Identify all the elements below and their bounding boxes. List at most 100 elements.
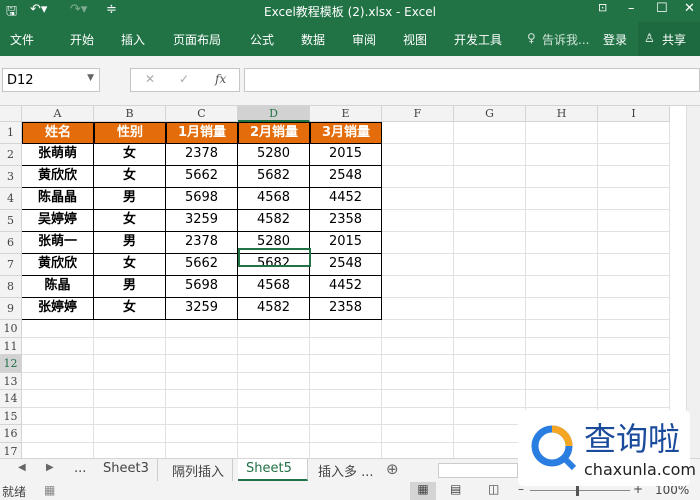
cell[interactable] bbox=[166, 390, 238, 408]
chevron-down-icon[interactable]: ▼ bbox=[87, 73, 94, 83]
sheet-tab-more[interactable]: ... bbox=[66, 459, 94, 481]
cell[interactable] bbox=[454, 166, 526, 188]
cell[interactable] bbox=[166, 320, 238, 338]
cell[interactable] bbox=[166, 442, 238, 458]
data-cell[interactable]: 2548 bbox=[310, 166, 382, 188]
add-sheet-icon[interactable]: ⊕ bbox=[386, 460, 399, 478]
data-cell[interactable]: 4582 bbox=[238, 298, 310, 320]
row-header-15[interactable]: 15 bbox=[0, 407, 22, 425]
page-layout-view-icon[interactable]: ▤ bbox=[450, 482, 461, 496]
sheet-tab-sheet3[interactable]: Sheet3 bbox=[95, 459, 158, 481]
cell[interactable] bbox=[598, 390, 670, 408]
cell[interactable] bbox=[382, 320, 454, 338]
header-cell[interactable]: 1月销量 bbox=[166, 122, 238, 144]
cell[interactable] bbox=[94, 407, 166, 425]
tab-review[interactable]: 审阅 bbox=[352, 31, 376, 48]
cell[interactable] bbox=[598, 232, 670, 254]
cell[interactable] bbox=[310, 337, 382, 355]
cell[interactable] bbox=[526, 122, 598, 144]
data-cell[interactable]: 张萌萌 bbox=[22, 144, 94, 166]
cell[interactable] bbox=[22, 320, 94, 338]
zoom-slider[interactable] bbox=[530, 490, 630, 491]
data-cell[interactable]: 女 bbox=[94, 298, 166, 320]
data-cell[interactable]: 5682 bbox=[238, 166, 310, 188]
cell[interactable] bbox=[22, 355, 94, 373]
column-header-f[interactable]: F bbox=[382, 106, 454, 122]
cell[interactable] bbox=[238, 442, 310, 458]
sheet-tab-insert-multi[interactable]: 插入多 ... bbox=[310, 459, 382, 481]
cell[interactable] bbox=[238, 355, 310, 373]
cell[interactable] bbox=[310, 425, 382, 443]
cell[interactable] bbox=[454, 390, 526, 408]
column-header-g[interactable]: G bbox=[454, 106, 526, 122]
cell[interactable] bbox=[598, 298, 670, 320]
tab-developer[interactable]: 开发工具 bbox=[454, 31, 502, 48]
cell[interactable] bbox=[382, 372, 454, 390]
cell[interactable] bbox=[166, 425, 238, 443]
data-cell[interactable]: 陈晶 bbox=[22, 276, 94, 298]
data-cell[interactable]: 2378 bbox=[166, 144, 238, 166]
insert-function-icon[interactable]: fx bbox=[215, 72, 226, 86]
cell[interactable] bbox=[310, 372, 382, 390]
cell[interactable] bbox=[598, 254, 670, 276]
cell[interactable] bbox=[454, 122, 526, 144]
cell[interactable] bbox=[382, 276, 454, 298]
row-header-10[interactable]: 10 bbox=[0, 320, 22, 338]
cell[interactable] bbox=[22, 407, 94, 425]
row-header-17[interactable]: 17 bbox=[0, 442, 22, 458]
zoom-slider-thumb[interactable] bbox=[576, 485, 579, 496]
cell[interactable] bbox=[598, 355, 670, 373]
ribbon-display-icon[interactable]: ⊡ bbox=[598, 1, 607, 14]
cell[interactable] bbox=[526, 254, 598, 276]
cell[interactable] bbox=[382, 166, 454, 188]
data-cell[interactable]: 2548 bbox=[310, 254, 382, 276]
cell[interactable] bbox=[598, 337, 670, 355]
row-header-8[interactable]: 8 bbox=[0, 276, 22, 298]
cell[interactable] bbox=[238, 390, 310, 408]
name-box[interactable]: D12 ▼ bbox=[2, 68, 100, 92]
tab-formulas[interactable]: 公式 bbox=[250, 31, 274, 48]
cell[interactable] bbox=[454, 144, 526, 166]
cell[interactable] bbox=[454, 442, 526, 458]
column-header-i[interactable]: I bbox=[598, 106, 670, 122]
cell[interactable] bbox=[382, 232, 454, 254]
cell[interactable] bbox=[454, 232, 526, 254]
header-cell[interactable]: 性别 bbox=[94, 122, 166, 144]
data-cell[interactable]: 4568 bbox=[238, 188, 310, 210]
data-cell[interactable]: 陈晶晶 bbox=[22, 188, 94, 210]
cell[interactable] bbox=[454, 337, 526, 355]
cell[interactable] bbox=[598, 122, 670, 144]
cell[interactable] bbox=[526, 355, 598, 373]
cell[interactable] bbox=[454, 188, 526, 210]
row-header-5[interactable]: 5 bbox=[0, 210, 22, 232]
row-header-4[interactable]: 4 bbox=[0, 188, 22, 210]
row-header-16[interactable]: 16 bbox=[0, 425, 22, 443]
horizontal-scrollbar[interactable] bbox=[438, 463, 518, 478]
column-header-a[interactable]: A bbox=[22, 106, 94, 122]
cell[interactable] bbox=[310, 442, 382, 458]
cell[interactable] bbox=[22, 337, 94, 355]
tell-me-box[interactable]: 告诉我... bbox=[542, 31, 589, 48]
cell[interactable] bbox=[238, 425, 310, 443]
row-header-2[interactable]: 2 bbox=[0, 144, 22, 166]
minimize-icon[interactable]: – bbox=[628, 1, 635, 16]
cell[interactable] bbox=[598, 320, 670, 338]
select-all-corner[interactable] bbox=[0, 106, 22, 122]
cell[interactable] bbox=[526, 232, 598, 254]
cell[interactable] bbox=[310, 355, 382, 373]
share-button[interactable]: ♙ 共享 bbox=[638, 22, 700, 56]
data-cell[interactable]: 男 bbox=[94, 188, 166, 210]
data-cell[interactable]: 5662 bbox=[166, 166, 238, 188]
cell[interactable] bbox=[598, 144, 670, 166]
cell[interactable] bbox=[526, 276, 598, 298]
cell[interactable] bbox=[382, 425, 454, 443]
formula-input[interactable] bbox=[244, 68, 700, 92]
row-header-6[interactable]: 6 bbox=[0, 232, 22, 254]
cell[interactable] bbox=[454, 320, 526, 338]
cell[interactable] bbox=[382, 337, 454, 355]
cell[interactable] bbox=[454, 425, 526, 443]
data-cell[interactable]: 女 bbox=[94, 254, 166, 276]
data-cell[interactable]: 3259 bbox=[166, 210, 238, 232]
selected-cell-d12[interactable] bbox=[238, 248, 311, 267]
data-cell[interactable]: 吴婷婷 bbox=[22, 210, 94, 232]
